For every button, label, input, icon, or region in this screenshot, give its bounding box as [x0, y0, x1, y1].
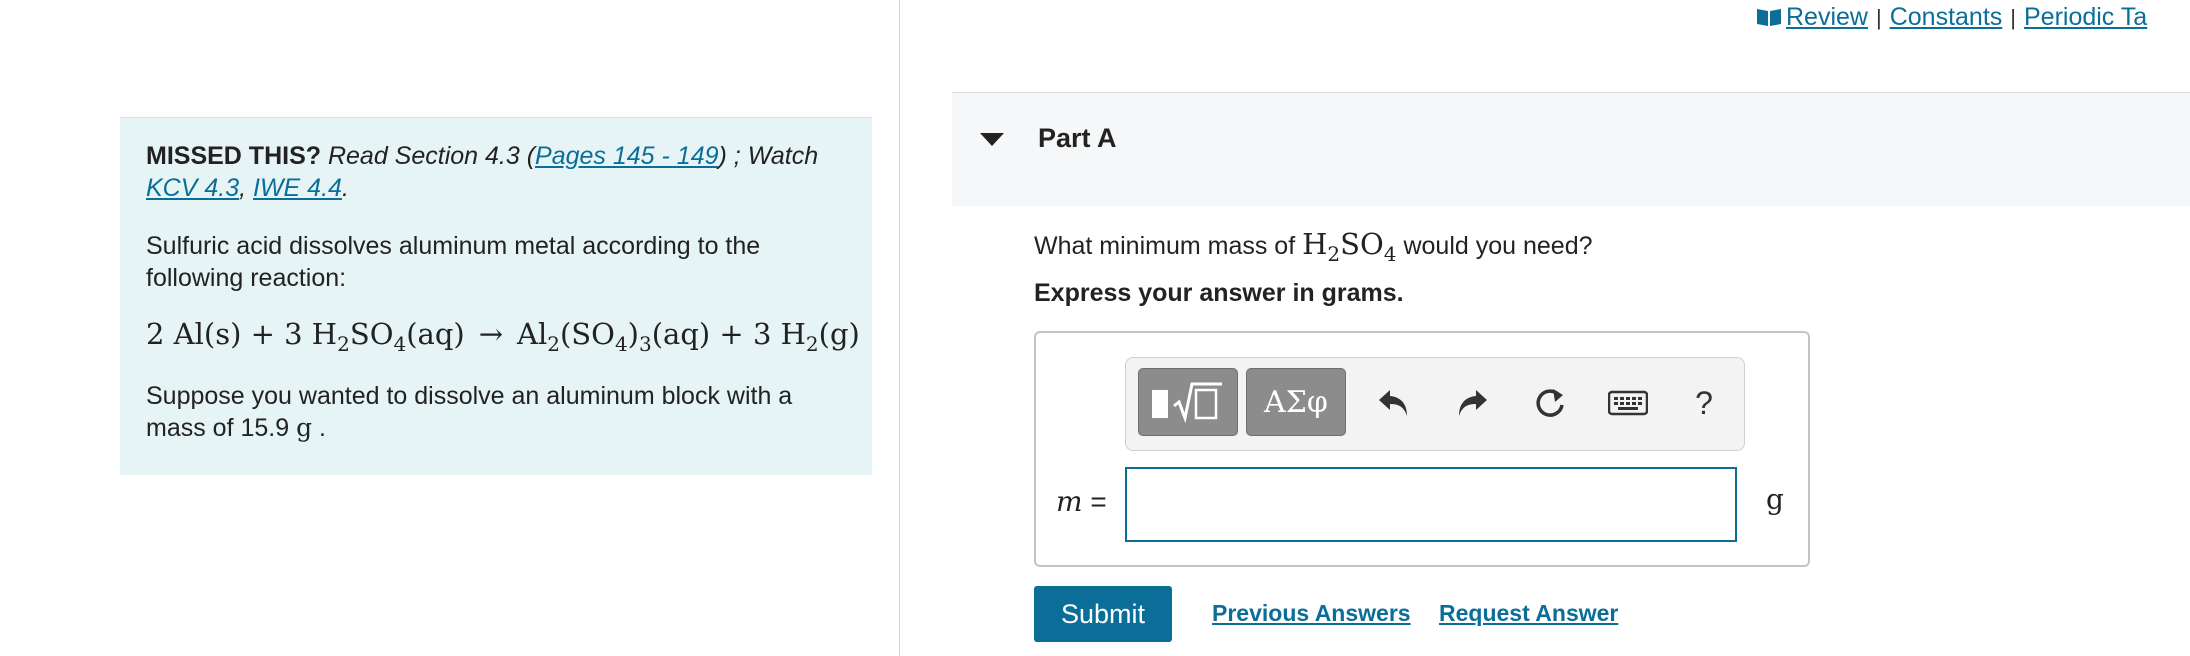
formula-part: SO: [1340, 227, 1384, 261]
templates-button[interactable]: [1138, 368, 1238, 436]
eq-part: SO: [349, 317, 394, 351]
iwe-link[interactable]: IWE 4.4: [253, 174, 342, 202]
pages-link[interactable]: Pages 145 - 149: [535, 142, 718, 170]
separator: |: [1875, 5, 1882, 30]
suppose-text: Suppose you wanted to dissolve an alumin…: [146, 380, 846, 444]
eq-part: Al: [517, 317, 548, 351]
eq-sub: 4: [393, 331, 407, 356]
eq-part: (g): [818, 317, 860, 351]
missed-this-line: MISSED THIS? Read Section 4.3 (Pages 145…: [146, 140, 846, 204]
eq-sub: 2: [337, 331, 350, 356]
eq-sub: 4: [614, 331, 628, 356]
formula-sub: 4: [1383, 241, 1397, 266]
reaction-intro: Sulfuric acid dissolves aluminum metal a…: [146, 232, 761, 292]
eq-sub: 2: [547, 331, 560, 356]
eq-part: (SO: [559, 317, 615, 351]
book-icon: [1756, 2, 1782, 36]
templates-icon: [1152, 382, 1222, 424]
answer-instruction: Express your answer in grams.: [1034, 279, 1404, 307]
part-a-header[interactable]: Part A: [952, 92, 2190, 206]
undo-icon[interactable]: [1369, 378, 1419, 428]
submit-button[interactable]: Submit: [1034, 586, 1172, 642]
part-title: Part A: [1038, 123, 1117, 153]
eq-part: ): [627, 317, 639, 351]
help-button[interactable]: ?: [1679, 378, 1729, 428]
problem-info-box: MISSED THIS? Read Section 4.3 (Pages 145…: [120, 117, 872, 475]
missed-label: MISSED THIS?: [146, 142, 322, 170]
read-text: Read Section 4.3 (: [327, 142, 536, 170]
redo-icon[interactable]: [1447, 378, 1497, 428]
constants-link[interactable]: Constants: [1890, 3, 2003, 31]
top-links: Review | Constants | Periodic Ta: [1756, 0, 2147, 34]
math-toolbar: ΑΣφ ?: [1125, 357, 1745, 451]
suppose-body: Suppose you wanted to dissolve an alumin…: [146, 382, 793, 442]
question-suffix: would you need?: [1396, 232, 1593, 260]
question-text: What minimum mass of H2SO4 would you nee…: [1034, 226, 1593, 264]
reset-icon[interactable]: [1525, 378, 1575, 428]
formula-part: H: [1302, 227, 1328, 261]
review-link[interactable]: Review: [1786, 3, 1868, 31]
kcv-link[interactable]: KCV 4.3: [146, 174, 239, 202]
previous-answers-link[interactable]: Previous Answers: [1212, 600, 1411, 627]
variable-symbol: m: [1056, 485, 1083, 518]
reaction-equation: 2 Al(s) + 3 H2SO4(aq) → Al2(SO4)3(aq) + 3 …: [146, 314, 860, 356]
periodic-table-link[interactable]: Periodic Ta: [2024, 3, 2147, 31]
watch-text: ) ; Watch: [718, 142, 819, 170]
eq-sub: 3: [639, 331, 652, 356]
comma: ,: [239, 174, 247, 202]
suppose-end: .: [312, 414, 326, 442]
period: .: [341, 174, 349, 202]
request-answer-link[interactable]: Request Answer: [1439, 600, 1618, 627]
variable-label: m =: [1056, 485, 1107, 518]
formula-sub: 2: [1327, 241, 1341, 266]
keyboard-icon[interactable]: [1603, 378, 1653, 428]
eq-part: (aq): [406, 317, 465, 351]
separator: |: [2010, 5, 2016, 30]
formula: H2SO4: [1302, 227, 1396, 264]
greek-symbols-button[interactable]: ΑΣφ: [1246, 368, 1346, 436]
panel-divider: [899, 0, 900, 656]
answer-box: ΑΣφ ? m = g: [1034, 331, 1810, 567]
question-prefix: What minimum mass of: [1034, 232, 1303, 260]
eq-sub: 2: [805, 331, 819, 356]
eq-part: (aq) + 3 H: [651, 317, 806, 351]
equals-sign: =: [1082, 486, 1107, 517]
mass-unit: g: [296, 413, 313, 442]
eq-part: 2 Al(s) + 3 H: [146, 317, 338, 351]
answer-unit: g: [1766, 483, 1784, 516]
answer-input[interactable]: [1125, 467, 1737, 542]
caret-down-icon[interactable]: [980, 133, 1004, 146]
eq-arrow: →: [478, 317, 504, 351]
